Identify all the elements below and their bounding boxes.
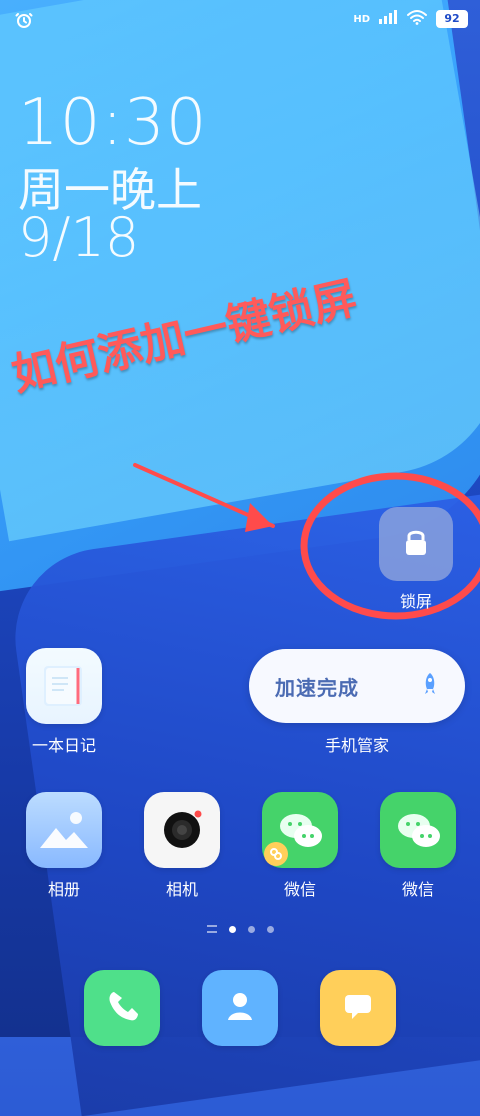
battery-level: 92 [444,12,460,25]
messages-icon [338,986,378,1030]
lock-screen-shortcut[interactable] [379,507,453,581]
app-label-gallery: 相册 [47,880,80,899]
lock-icon [399,525,433,563]
lock-screen-label: 锁屏 [399,592,432,611]
clone-badge-icon [264,842,288,866]
wechat-icon [262,792,338,868]
dock-contacts[interactable] [202,970,278,1046]
app-camera[interactable]: 相机 [140,792,224,900]
wechat-icon [380,792,456,868]
status-bar: HD 92 [0,0,480,38]
app-diary[interactable]: 一本日记 [22,648,106,756]
dock-phone[interactable] [84,970,160,1046]
clock-date: 9/18 [18,206,140,269]
app-wechat-2[interactable]: 微信 [376,792,460,900]
app-gallery[interactable]: 相册 [22,792,106,900]
app-label-wechat-1: 微信 [283,880,316,899]
app-label-camera: 相机 [165,880,198,899]
contacts-icon [220,986,260,1030]
page-dot-2[interactable] [247,925,255,933]
app-label-wechat-2: 微信 [401,880,434,899]
page-dot-1[interactable] [228,925,236,933]
battery-indicator: 92 [436,10,468,28]
camera-icon [144,792,220,868]
phone-manager-widget[interactable]: 加速完成 [249,649,465,723]
alarm-clock-icon [14,10,34,30]
rocket-icon [417,671,443,701]
page-dot-3[interactable] [266,925,274,933]
app-wechat-1[interactable]: 微信 [258,792,342,900]
network-type: HD [353,13,370,25]
clock-time: 10:30 [18,86,208,160]
page-indicator [0,925,480,933]
signal-icon [378,9,398,29]
wifi-icon [406,9,428,29]
app-label-diary: 一本日记 [31,736,96,755]
status-icons: HD 92 [353,9,468,29]
boost-complete-text: 加速完成 [275,675,359,700]
gallery-icon [26,792,102,868]
notebook-icon [26,648,102,724]
app-label-phone-manager: 手机管家 [324,736,389,755]
dock-messages[interactable] [320,970,396,1046]
page-indicator-lines [206,925,217,933]
phone-icon [102,986,142,1030]
